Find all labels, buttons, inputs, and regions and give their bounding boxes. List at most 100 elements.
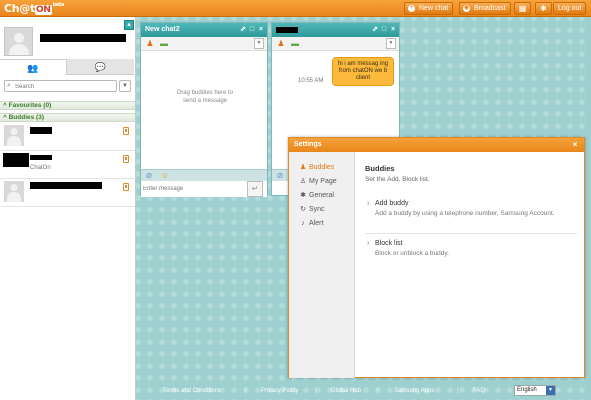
bell-icon: ♪ xyxy=(301,220,305,227)
nav-label: My Page xyxy=(309,178,337,185)
settings-title-bar[interactable]: Settings × xyxy=(289,138,584,152)
option-description: Block or unblock a buddy. xyxy=(375,250,449,257)
chat-title-redacted xyxy=(276,27,298,33)
logout-button[interactable]: Log out xyxy=(553,2,587,15)
search-input[interactable] xyxy=(15,82,115,91)
chat-message-area: Drag buddies here to send a message xyxy=(141,51,267,169)
buddies-tab-icon: 👥 xyxy=(27,63,39,73)
nav-label: Alert xyxy=(309,220,324,227)
buddy-row[interactable] xyxy=(0,123,135,151)
settings-button[interactable]: ✱ xyxy=(535,2,552,15)
left-panel: ▲ 👥 💬 ⌕ ▼ ^ Favourites (0) ^ Buddies (3)… xyxy=(0,17,136,400)
favourites-label: Favourites (0) xyxy=(8,102,52,109)
buddy-status: ChatOn xyxy=(30,165,51,171)
language-select[interactable]: English ▼ xyxy=(514,385,556,396)
broadcast-button[interactable]: ◉ Broadcast xyxy=(459,2,511,15)
settings-nav-my-page[interactable]: ♙ My Page xyxy=(299,176,355,188)
close-icon[interactable]: × xyxy=(570,138,580,152)
tab-buddies[interactable]: 👥 xyxy=(0,59,67,75)
buddy-row[interactable] xyxy=(0,179,135,207)
settings-nav-general[interactable]: ✱ General xyxy=(299,190,355,202)
block-list-option[interactable]: › Block list Block or unblock a buddy. xyxy=(365,238,577,268)
logo-text: Ch@t xyxy=(4,2,35,15)
footer-link-faq[interactable]: FAQ xyxy=(473,388,485,394)
logout-label: Log out xyxy=(558,5,582,12)
person-icon: ♙ xyxy=(299,178,307,185)
send-button[interactable]: ↵ xyxy=(247,181,263,197)
search-box[interactable]: ⌕ xyxy=(4,80,117,92)
footer-link-global-hub[interactable]: Global Hub xyxy=(331,388,361,394)
phone-icon xyxy=(123,183,129,191)
buddies-icon: ♟ xyxy=(299,164,307,171)
settings-nav: ♟ Buddies ♙ My Page ✱ General ↻ Sync ♪ Alert xyxy=(289,152,355,378)
message-time: 10:55 AM xyxy=(298,78,324,84)
settings-nav-alert[interactable]: ♪ Alert xyxy=(299,218,355,230)
chat-attach-bar: ⊘ ☺ xyxy=(141,169,267,181)
sync-icon: ↻ xyxy=(300,206,306,213)
buddy-row[interactable]: ChatOn xyxy=(0,151,135,179)
profile-settings-icon[interactable]: ▲ xyxy=(124,20,134,30)
chat-toolbar: ♟ ▬ ▼ xyxy=(272,37,399,51)
emoticon-icon[interactable]: ☺ xyxy=(160,171,170,181)
attach-icon[interactable]: ⊘ xyxy=(275,171,285,181)
chevron-down-icon: ▼ xyxy=(546,386,555,395)
profile-avatar[interactable] xyxy=(4,27,33,56)
add-buddy-option[interactable]: › Add buddy Add a buddy by using a telep… xyxy=(365,198,577,234)
footer-link-privacy[interactable]: Privacy Policy xyxy=(261,388,298,394)
language-value: English xyxy=(517,387,537,393)
message-bubble: hi i am messag ing from chatON we b clie… xyxy=(332,57,394,86)
chaton-logo[interactable]: Ch@tON beta xyxy=(4,2,64,15)
maximize-icon[interactable]: □ xyxy=(248,23,256,37)
phone-icon xyxy=(123,155,129,163)
nav-label: Buddies xyxy=(309,164,335,171)
folder-icon[interactable]: ▬ xyxy=(290,39,300,49)
grid-menu-button[interactable]: ▦ xyxy=(514,2,531,15)
favourites-section-header[interactable]: ^ Favourites (0) xyxy=(0,101,135,110)
option-description: Add a buddy by using a telephone number,… xyxy=(375,210,555,217)
chat-toolbar: ♟ ▬ ▼ xyxy=(141,37,267,51)
settings-subheading: Set the Add, Block list. xyxy=(365,176,430,183)
avatar-body-shape xyxy=(8,44,29,55)
tab-chats[interactable]: 💬 xyxy=(67,59,134,75)
add-buddy-icon[interactable]: ♟ xyxy=(145,39,155,49)
chat-options-dropdown[interactable]: ▼ xyxy=(386,38,396,49)
footer-link-terms[interactable]: Terms and Conditions xyxy=(163,388,221,394)
option-label: Block list xyxy=(375,240,403,247)
close-icon[interactable]: × xyxy=(257,23,265,37)
chat-options-dropdown[interactable]: ▼ xyxy=(254,38,264,49)
grid-icon: ▦ xyxy=(518,4,527,13)
settings-nav-buddies[interactable]: ♟ Buddies xyxy=(299,162,355,174)
settings-content: Buddies Set the Add, Block list. › Add b… xyxy=(365,152,579,378)
footer-separator: | xyxy=(245,388,247,394)
chat-bubble-icon: 💬 xyxy=(94,62,107,72)
search-filter-dropdown[interactable]: ▼ xyxy=(119,80,131,92)
popout-icon[interactable]: ⇗ xyxy=(371,23,379,37)
drag-buddies-hint: Drag buddies here to send a message xyxy=(176,90,234,104)
add-buddy-icon[interactable]: ♟ xyxy=(276,39,286,49)
chat-window-title-bar[interactable]: New chat2 ⇗ □ × xyxy=(141,23,267,37)
new-chat-button[interactable]: + New chat xyxy=(404,2,454,15)
phone-icon xyxy=(123,127,129,135)
chevron-right-icon: › xyxy=(367,240,370,247)
chat-input-area: ↵ xyxy=(141,181,267,197)
buddy-avatar xyxy=(4,181,24,202)
chat-window-title-bar[interactable]: ⇗ □ × xyxy=(272,23,399,37)
attach-icon[interactable]: ⊘ xyxy=(144,171,154,181)
close-icon[interactable]: × xyxy=(389,23,397,37)
profile-name-redacted xyxy=(40,34,126,42)
settings-nav-sync[interactable]: ↻ Sync xyxy=(299,204,355,216)
settings-dialog: Settings × ♟ Buddies ♙ My Page ✱ General ↻ S… xyxy=(288,137,585,378)
avatar-body-shape xyxy=(7,136,21,146)
broadcast-icon: ◉ xyxy=(463,5,470,12)
folder-icon[interactable]: ▬ xyxy=(159,39,169,49)
maximize-icon[interactable]: □ xyxy=(380,23,388,37)
option-label: Add buddy xyxy=(375,200,409,207)
search-icon: ⌕ xyxy=(7,82,11,89)
message-input[interactable] xyxy=(143,182,243,196)
chevron-right-icon: › xyxy=(367,200,370,207)
avatar-head-shape xyxy=(10,128,18,135)
popout-icon[interactable]: ⇗ xyxy=(239,23,247,37)
buddy-avatar-redacted xyxy=(3,153,29,167)
buddies-section-header[interactable]: ^ Buddies (3) xyxy=(0,113,135,122)
footer-link-samsung-apps[interactable]: Samsung Apps xyxy=(394,388,434,394)
